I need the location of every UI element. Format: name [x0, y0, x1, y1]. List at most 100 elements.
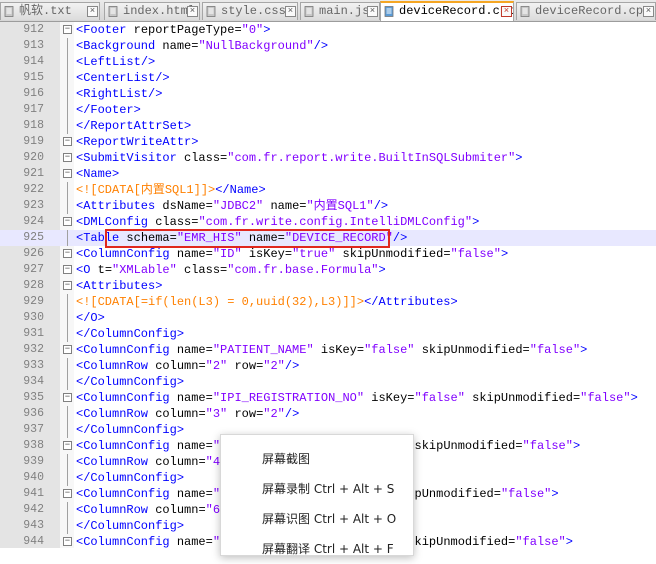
line-number: 939: [23, 455, 44, 468]
line-number: 914: [23, 55, 44, 68]
code-text: <![CDATA[=if(len(L3) = 0,uuid(32),L3)]]>…: [76, 295, 458, 309]
code-text: <CenterList/>: [76, 71, 170, 85]
code-text: <LeftList/>: [76, 55, 156, 69]
fold-toggle-icon[interactable]: −: [63, 169, 72, 178]
fold-guide: [67, 518, 68, 534]
line-number: 941: [23, 487, 44, 500]
code-line[interactable]: 935 − <ColumnConfig name="IPI_REGISTRATION…: [0, 390, 656, 406]
tab-4[interactable]: main.js ×: [300, 2, 380, 20]
code-line[interactable]: 930 </O>: [0, 310, 656, 326]
code-text: </ColumnConfig>: [76, 519, 185, 533]
tab-label: deviceRecord.cpt: [399, 4, 514, 18]
fold-toggle-icon[interactable]: −: [63, 25, 72, 34]
code-text: <ColumnConfig name="ID" isKey="true" ski…: [76, 247, 509, 261]
code-line[interactable]: 918 </ReportAttrSet>: [0, 118, 656, 134]
line-number: 930: [23, 311, 44, 324]
line-number: 916: [23, 87, 44, 100]
fold-guide: [67, 54, 68, 70]
code-line[interactable]: 932 − <ColumnConfig name="PATIENT_NAME" is…: [0, 342, 656, 358]
code-line[interactable]: 933 <ColumnRow column="2" row="2"/>: [0, 358, 656, 374]
tab-5[interactable]: deviceRecord.cpt ×: [380, 1, 514, 21]
code-line[interactable]: 936 <ColumnRow column="3" row="2"/>: [0, 406, 656, 422]
line-number: 933: [23, 359, 44, 372]
line-number: 917: [23, 103, 44, 116]
highlight-box: [105, 229, 390, 248]
file-icon: [304, 6, 315, 17]
code-line[interactable]: 921 − <Name>: [0, 166, 656, 182]
fold-guide: [67, 454, 68, 470]
code-line[interactable]: 934 </ColumnConfig>: [0, 374, 656, 390]
tab-1[interactable]: 帆软.txt ×: [0, 2, 100, 20]
code-text: <Attributes>: [76, 279, 163, 293]
close-icon[interactable]: ×: [187, 6, 198, 17]
code-line[interactable]: 923 <Attributes dsName="JDBC2" name="内置SQ…: [0, 198, 656, 214]
context-menu-item[interactable]: 屏幕录制 Ctrl + Alt + S: [221, 474, 413, 504]
fold-guide: [67, 470, 68, 486]
line-number: 937: [23, 423, 44, 436]
fold-toggle-icon[interactable]: −: [63, 537, 72, 546]
code-line[interactable]: 916 <RightList/>: [0, 86, 656, 102]
fold-toggle-icon[interactable]: −: [63, 137, 72, 146]
close-icon[interactable]: ×: [501, 6, 512, 17]
code-line[interactable]: 927 − <O t="XMLable" class="com.fr.base.Fo…: [0, 262, 656, 278]
context-menu-item[interactable]: 屏幕识图 Ctrl + Alt + O: [221, 504, 413, 534]
fold-guide: [67, 38, 68, 54]
file-icon: [520, 6, 531, 17]
close-icon[interactable]: ×: [87, 6, 98, 17]
fold-toggle-icon[interactable]: −: [63, 281, 72, 290]
code-line[interactable]: 919 − <ReportWriteAttr>: [0, 134, 656, 150]
tab-bar: 帆软.txt × index.html × style.css × main.js × devi…: [0, 0, 656, 22]
code-line[interactable]: 913 <Background name="NullBackground"/>: [0, 38, 656, 54]
context-menu-item[interactable]: 屏幕翻译 Ctrl + Alt + F: [221, 534, 413, 564]
code-text: <O t="XMLable" class="com.fr.base.Formul…: [76, 263, 386, 277]
line-number: 935: [23, 391, 44, 404]
fold-guide: [67, 230, 68, 246]
fold-guide: [67, 294, 68, 310]
code-line[interactable]: 914 <LeftList/>: [0, 54, 656, 70]
fold-toggle-icon[interactable]: −: [63, 249, 72, 258]
code-text: <DMLConfig class="com.fr.write.config.In…: [76, 215, 480, 229]
fold-guide: [67, 326, 68, 342]
line-number: 938: [23, 439, 44, 452]
fold-toggle-icon[interactable]: −: [63, 265, 72, 274]
code-line[interactable]: 922 <![CDATA[内置SQL1]]></Name>: [0, 182, 656, 198]
code-line[interactable]: 929 <![CDATA[=if(len(L3) = 0,uuid(32),L3)…: [0, 294, 656, 310]
fold-toggle-icon[interactable]: −: [63, 393, 72, 402]
code-text: <RightList/>: [76, 87, 163, 101]
fold-toggle-icon[interactable]: −: [63, 153, 72, 162]
fold-guide: [67, 182, 68, 198]
tab-6[interactable]: deviceRecord.cpt ×: [516, 2, 656, 20]
tab-label: 帆软.txt: [19, 4, 72, 18]
line-number: 915: [23, 71, 44, 84]
fold-toggle-icon[interactable]: −: [63, 345, 72, 354]
code-line[interactable]: 926 − <ColumnConfig name="ID" isKey="true"…: [0, 246, 656, 262]
line-number: 931: [23, 327, 44, 340]
fold-toggle-icon[interactable]: −: [63, 217, 72, 226]
code-line[interactable]: 928 − <Attributes>: [0, 278, 656, 294]
fold-toggle-icon[interactable]: −: [63, 489, 72, 498]
tab-3[interactable]: style.css ×: [202, 2, 298, 20]
line-number: 927: [23, 263, 44, 276]
code-line[interactable]: 912 − <Footer reportPageType="0">: [0, 22, 656, 38]
line-number: 929: [23, 295, 44, 308]
fold-guide: [67, 118, 68, 134]
code-line[interactable]: 931 </ColumnConfig>: [0, 326, 656, 342]
close-icon[interactable]: ×: [367, 6, 378, 17]
context-menu-item[interactable]: 屏幕截图: [221, 444, 413, 474]
code-text: <ReportWriteAttr>: [76, 135, 199, 149]
line-number: 922: [23, 183, 44, 196]
tab-2[interactable]: index.html ×: [104, 2, 200, 20]
tab-label: deviceRecord.cpt: [535, 4, 651, 18]
close-icon[interactable]: ×: [643, 6, 654, 17]
code-text: <Attributes dsName="JDBC2" name="内置SQL1"…: [76, 199, 389, 213]
code-line[interactable]: 917 </Footer>: [0, 102, 656, 118]
line-number: 920: [23, 151, 44, 164]
tab-label: style.css: [221, 4, 286, 18]
code-line[interactable]: 924 − <DMLConfig class="com.fr.write.confi…: [0, 214, 656, 230]
fold-toggle-icon[interactable]: −: [63, 441, 72, 450]
code-text: <Background name="NullBackground"/>: [76, 39, 329, 53]
fold-guide: [67, 502, 68, 518]
close-icon[interactable]: ×: [285, 6, 296, 17]
code-line[interactable]: 920 − <SubmitVisitor class="com.fr.report.…: [0, 150, 656, 166]
code-line[interactable]: 915 <CenterList/>: [0, 70, 656, 86]
